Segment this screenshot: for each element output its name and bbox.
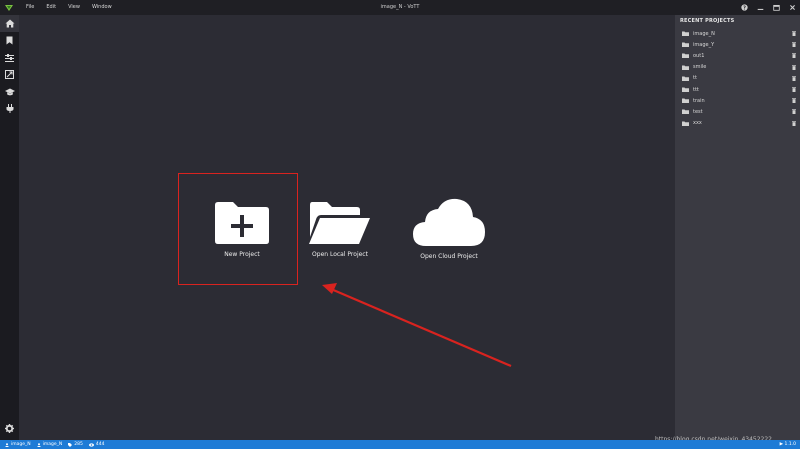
folder-icon <box>682 121 689 126</box>
home-icon <box>5 19 14 28</box>
user-icon <box>5 442 9 447</box>
status-source-label: image_N <box>11 442 31 447</box>
status-version: ▶ 1.1.0 <box>779 442 796 447</box>
trash-icon[interactable] <box>792 98 796 104</box>
recent-project-name: xxx <box>693 120 702 127</box>
sidebar-item-settings[interactable] <box>0 49 19 66</box>
recent-projects-panel: RECENT PROJECTS image_N image_Y out1 smi… <box>675 15 800 440</box>
window-controls: ? <box>736 0 800 15</box>
folder-icon <box>682 109 689 115</box>
vott-logo-icon <box>0 0 18 15</box>
status-target-label: image_N <box>42 442 63 447</box>
plug-icon <box>6 104 13 113</box>
recent-project-item[interactable]: ttt <box>675 84 800 95</box>
folder-icon <box>682 42 689 48</box>
recent-project-item[interactable]: train <box>675 95 800 106</box>
recent-project-item[interactable]: smile <box>675 62 800 73</box>
annotation-arrow <box>322 283 512 368</box>
recent-project-name: ttt <box>693 86 699 93</box>
folder-icon <box>682 87 689 93</box>
recent-project-name: test <box>693 108 703 115</box>
left-sidebar <box>0 15 19 440</box>
recent-projects-list: image_N image_Y out1 smile tt ttt train … <box>675 28 800 129</box>
recent-project-name: image_N <box>693 30 715 37</box>
status-tag-count: 285 <box>68 442 83 447</box>
status-visited-value: 444 <box>95 442 105 447</box>
status-source-connection: image_N <box>5 442 31 447</box>
maximize-button[interactable] <box>769 0 784 15</box>
sliders-icon <box>5 53 14 62</box>
recent-project-item[interactable]: image_Y <box>675 39 800 50</box>
sidebar-item-app-settings[interactable] <box>0 420 19 437</box>
trash-icon[interactable] <box>792 87 796 92</box>
gear-icon <box>5 424 14 433</box>
status-tags-value: 285 <box>74 442 83 447</box>
recent-project-name: train <box>693 97 705 104</box>
recent-project-item[interactable]: tt <box>675 73 800 84</box>
folder-icon <box>682 65 689 70</box>
title-bar: File Edit View Window image_N - VoTT ? <box>0 0 800 15</box>
recent-project-name: image_Y <box>693 41 715 48</box>
menu-edit[interactable]: Edit <box>40 0 62 15</box>
folder-icon <box>682 31 689 37</box>
tag-icon <box>68 442 73 447</box>
recent-project-item[interactable]: out1 <box>675 50 800 61</box>
trash-icon[interactable] <box>792 64 796 70</box>
menu-window[interactable]: Window <box>86 0 118 15</box>
trash-icon[interactable] <box>792 76 796 81</box>
recent-project-name: smile <box>693 64 707 71</box>
bookmark-icon <box>6 36 13 45</box>
export-icon <box>5 70 14 79</box>
svg-text:?: ? <box>743 5 746 11</box>
sidebar-item-connections[interactable] <box>0 100 19 117</box>
recent-project-item[interactable]: image_N <box>675 28 800 39</box>
sidebar-item-home[interactable] <box>0 15 19 32</box>
folder-icon <box>682 53 689 59</box>
sidebar-item-tags[interactable] <box>0 32 19 49</box>
minimize-button[interactable] <box>753 0 768 15</box>
recent-project-name: out1 <box>693 52 705 59</box>
trash-icon[interactable] <box>792 53 796 59</box>
status-visited-count: 444 <box>88 442 105 447</box>
trash-icon[interactable] <box>792 42 796 48</box>
recent-project-name: tt <box>693 75 697 82</box>
menu-bar: File Edit View Window <box>20 0 118 15</box>
eye-icon <box>88 442 94 447</box>
recent-project-item[interactable]: test <box>675 106 800 117</box>
trash-icon[interactable] <box>792 109 796 115</box>
main-content: New Project Open Local Project Open Clou… <box>19 15 675 440</box>
window-title: image_N - VoTT <box>380 4 420 10</box>
help-icon[interactable]: ? <box>737 0 752 15</box>
folder-icon <box>682 98 689 104</box>
recent-project-item[interactable]: xxx <box>675 118 800 129</box>
user-icon <box>36 442 41 447</box>
menu-view[interactable]: View <box>62 0 86 15</box>
close-button[interactable] <box>785 0 800 15</box>
graduation-cap-icon <box>4 88 15 95</box>
sidebar-item-training[interactable] <box>0 83 19 100</box>
sidebar-item-export[interactable] <box>0 66 19 83</box>
menu-file[interactable]: File <box>20 0 40 15</box>
trash-icon[interactable] <box>792 31 796 36</box>
trash-icon[interactable] <box>792 120 796 126</box>
recent-projects-title: RECENT PROJECTS <box>680 18 735 24</box>
status-bar: image_N image_N 285 444 ▶ 1.1.0 <box>0 440 800 449</box>
status-target-connection: image_N <box>36 442 63 447</box>
folder-icon <box>682 76 689 81</box>
